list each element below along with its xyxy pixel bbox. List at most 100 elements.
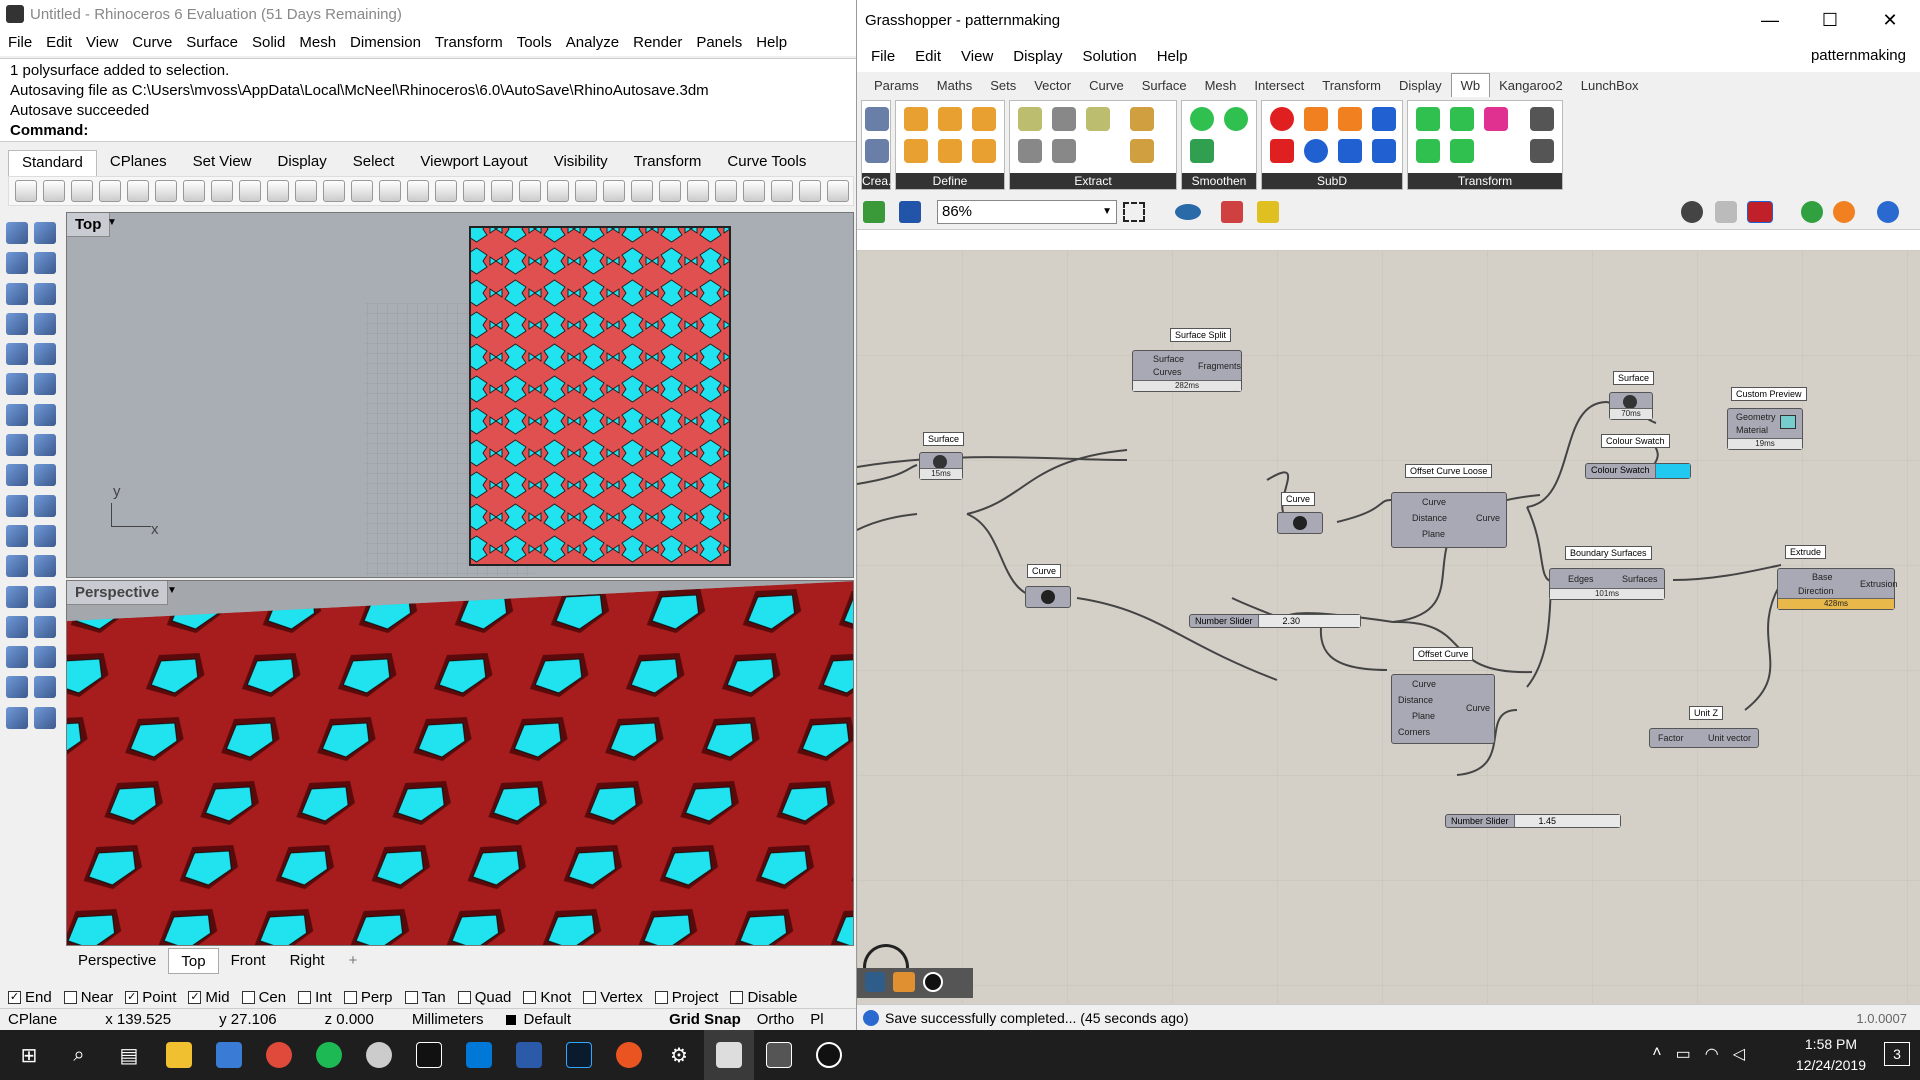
side-tool-icon[interactable] [6,676,28,699]
subd-icon[interactable] [1372,107,1396,131]
define-icon[interactable] [972,139,996,163]
settings-gear-icon[interactable]: ⚙ [654,1030,704,1080]
gh-menu-display[interactable]: Display [1013,48,1062,65]
side-tool-icon[interactable] [34,343,56,366]
extract-icon[interactable] [1052,107,1076,131]
chrome-icon[interactable] [254,1030,304,1080]
menu-transform[interactable]: Transform [435,34,503,51]
sketch-icon[interactable] [1221,201,1243,223]
gh-menu-edit[interactable]: Edit [915,48,941,65]
gh-tab-curve[interactable]: Curve [1080,74,1133,97]
toolbar-tool-icon[interactable] [603,180,625,202]
subd-icon[interactable] [1338,139,1362,163]
checkbox[interactable]: ✓ [188,991,202,1005]
surface-param-node[interactable]: 15ms [919,452,963,480]
side-tool-icon[interactable] [6,615,28,638]
open-file-icon[interactable] [863,201,885,223]
gh-icon[interactable] [865,972,885,992]
osnap-perp[interactable]: Perp [343,989,393,1006]
status-grid-snap[interactable]: Grid Snap [661,1011,749,1028]
store-icon[interactable] [204,1030,254,1080]
save-file-icon[interactable] [899,201,921,223]
toolbar-tool-icon[interactable] [323,180,345,202]
port-distance[interactable]: Distance [1412,513,1447,523]
menu-file[interactable]: File [8,34,32,51]
osnap-int[interactable]: Int [298,989,332,1006]
toolbar-tool-icon[interactable] [211,180,233,202]
side-tool-icon[interactable] [6,494,28,517]
toolbar-tool-icon[interactable] [743,180,765,202]
side-tool-icon[interactable] [34,494,56,517]
checkbox[interactable] [457,991,471,1005]
unit-z-node[interactable]: Factor Unit vector [1649,728,1759,748]
osnap-tan[interactable]: Tan [404,989,446,1006]
port-base[interactable]: Base [1812,572,1833,582]
subd-icon[interactable] [1304,107,1328,131]
side-tool-icon[interactable] [6,252,28,275]
port-material[interactable]: Material [1736,425,1768,435]
extract-icon[interactable] [1086,107,1110,131]
smoothen-icon[interactable] [1224,107,1248,131]
volume-icon[interactable]: ◁ [1733,1044,1745,1064]
toolbar-tool-icon[interactable] [183,180,205,202]
gh-tab-transform[interactable]: Transform [1313,74,1390,97]
minimize-icon[interactable]: — [1740,0,1800,40]
tab-display[interactable]: Display [265,150,340,176]
toolbar-tool-icon[interactable] [15,180,37,202]
menu-dimension[interactable]: Dimension [350,34,421,51]
vp-tab-top[interactable]: Top [168,948,219,974]
osnap-quad[interactable]: Quad [457,989,511,1006]
toolbar-tool-icon[interactable] [771,180,793,202]
extract-icon[interactable] [1130,139,1154,163]
gh-tab-sets[interactable]: Sets [981,74,1025,97]
photoshop-icon[interactable] [554,1030,604,1080]
bin-icon[interactable] [1257,201,1279,223]
toolbar-tool-icon[interactable] [687,180,709,202]
side-tool-icon[interactable] [6,222,28,244]
transform-icon[interactable] [1484,107,1508,131]
gh-menu-help[interactable]: Help [1157,48,1188,65]
subd-icon[interactable] [1338,107,1362,131]
toolbar-tool-icon[interactable] [519,180,541,202]
transform-icon[interactable] [1450,139,1474,163]
subd-icon[interactable] [1270,139,1294,163]
osnap-disable[interactable]: Disable [730,989,798,1006]
gh-tab-vector[interactable]: Vector [1025,74,1080,97]
maximize-icon[interactable]: ☐ [1800,0,1860,40]
side-tool-icon[interactable] [6,282,28,305]
side-tool-icon[interactable] [6,555,28,578]
viewport-perspective-label[interactable]: Perspective [67,581,169,605]
define-icon[interactable] [972,107,996,131]
task-view-icon[interactable]: ▤ [104,1030,154,1080]
add-viewport-icon[interactable]: + [337,948,370,974]
create-icon[interactable] [865,139,889,163]
status-planar[interactable]: Pl [802,1011,831,1028]
app-icon[interactable] [754,1030,804,1080]
spotify-icon[interactable] [304,1030,354,1080]
tab-standard[interactable]: Standard [8,150,97,176]
viewport-perspective[interactable]: Perspective ▼ [66,580,854,946]
checkbox[interactable]: ✓ [8,991,21,1005]
menu-mesh[interactable]: Mesh [299,34,336,51]
file-explorer-icon[interactable] [154,1030,204,1080]
gh-icon[interactable] [923,972,943,992]
define-icon[interactable] [904,139,928,163]
transform-icon[interactable] [1416,107,1440,131]
vp-tab-front[interactable]: Front [219,948,278,974]
checkbox[interactable] [404,991,418,1005]
side-tool-icon[interactable] [34,676,56,699]
gh-tab-params[interactable]: Params [865,74,928,97]
subd-icon[interactable] [1270,107,1294,131]
vscode-icon[interactable] [454,1030,504,1080]
checkbox[interactable] [583,991,597,1005]
tab-cplanes[interactable]: CPlanes [97,150,180,176]
subd-icon[interactable] [1304,139,1328,163]
define-icon[interactable] [938,107,962,131]
checkbox[interactable] [730,991,744,1005]
app-icon[interactable] [804,1030,854,1080]
menu-help[interactable]: Help [756,34,787,51]
toolbar-tool-icon[interactable] [463,180,485,202]
checkbox[interactable] [298,991,312,1005]
side-tool-icon[interactable] [34,312,56,335]
menu-solid[interactable]: Solid [252,34,285,51]
